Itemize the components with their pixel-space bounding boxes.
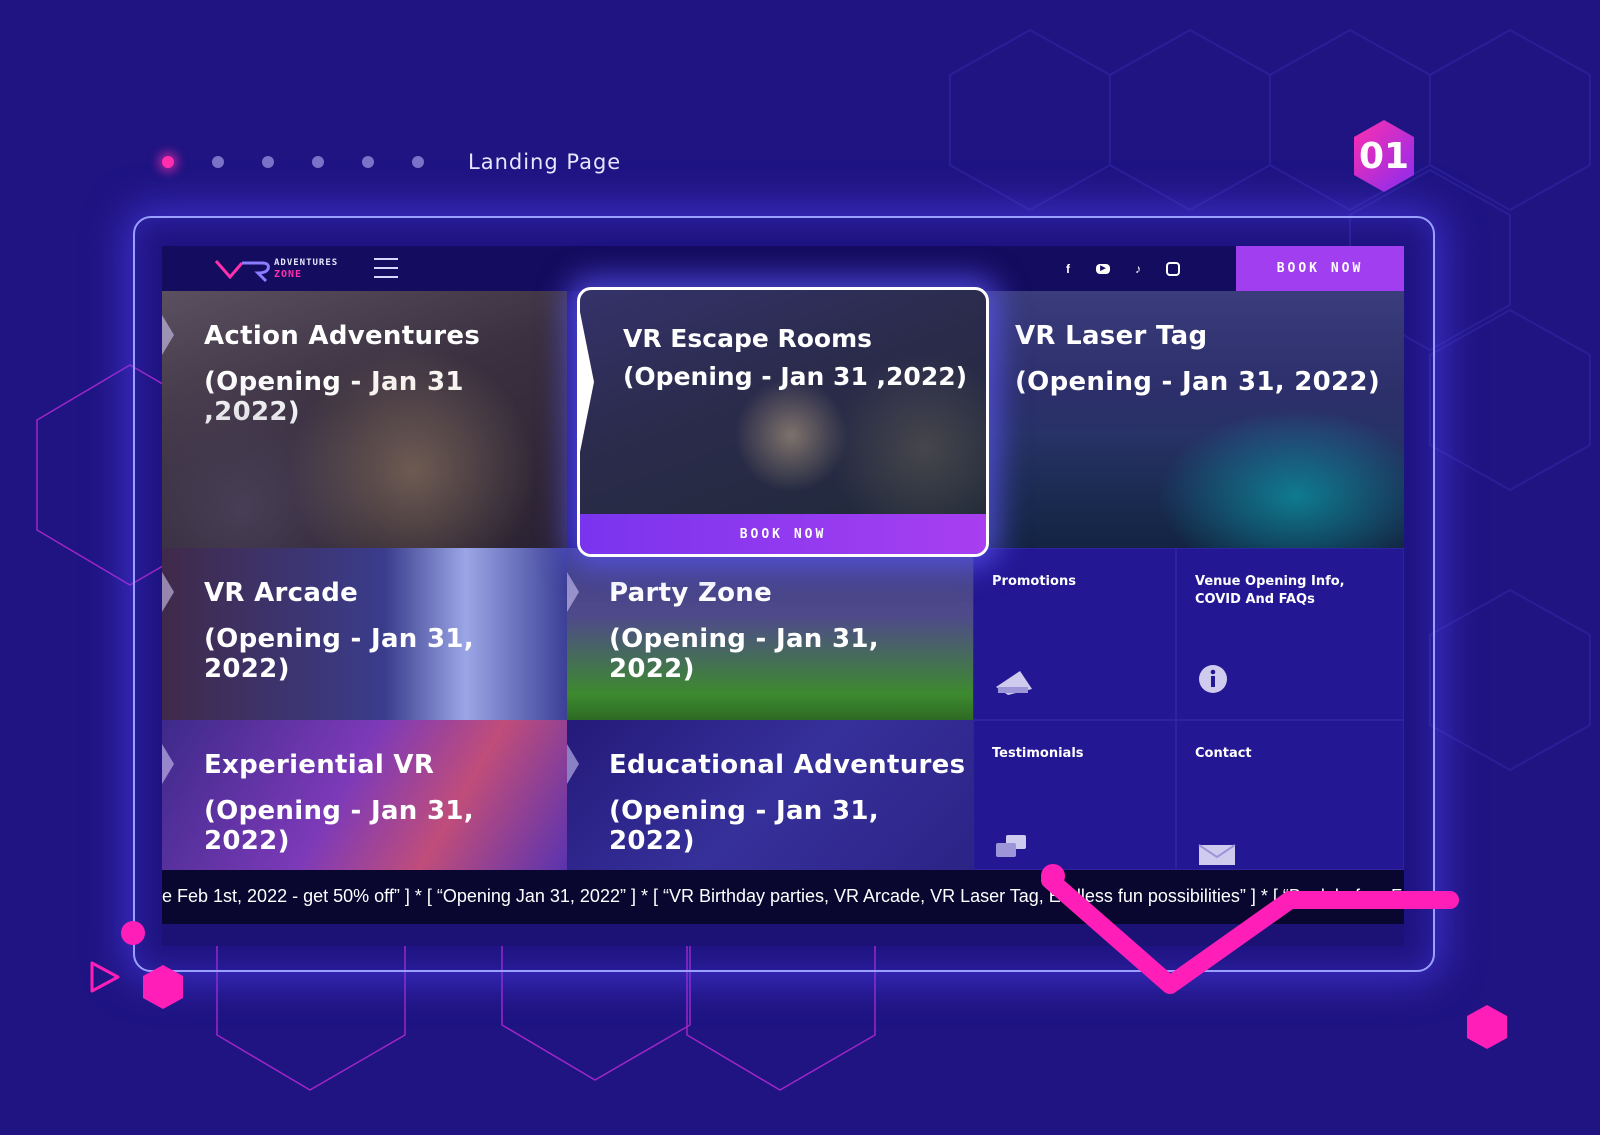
tile-subtitle: (Opening - Jan 31, 2022) xyxy=(609,796,879,856)
site-logo[interactable]: ADVENTURES ZONE xyxy=(214,255,344,283)
logo-text-adventures: ADVENTURES xyxy=(274,258,339,268)
tile-subtitle: (Opening - Jan 31, 2022) xyxy=(204,624,474,684)
envelope-icon xyxy=(1198,844,1236,865)
tile-subtitle: (Opening - Jan 31, 2022) xyxy=(1015,367,1381,397)
youtube-icon[interactable]: ▶ xyxy=(1096,264,1110,274)
logo-text-zone: ZONE xyxy=(274,269,303,280)
site-header: ADVENTURES ZONE f ▶ ♪ BOOK NOW xyxy=(162,246,1404,291)
tiktok-icon[interactable]: ♪ xyxy=(1128,259,1148,279)
escape-rooms-book-now-button[interactable]: BOOK NOW xyxy=(580,514,986,554)
tile-party-zone[interactable]: Party Zone (Opening - Jan 31, 2022) xyxy=(567,548,973,720)
tile-title: Action Adventures xyxy=(204,321,481,351)
slide-number: 01 xyxy=(1358,135,1410,177)
contact-link[interactable]: Contact xyxy=(1176,720,1404,870)
facebook-icon[interactable]: f xyxy=(1058,259,1078,279)
ticker-text: e Feb 1st, 2022 - get 50% off” ] * [ “Op… xyxy=(162,886,1402,906)
pager-dot[interactable] xyxy=(412,156,424,168)
tile-vr-laser-tag[interactable]: VR Laser Tag (Opening - Jan 31, 2022) xyxy=(973,291,1404,548)
tile-tab-marker xyxy=(580,312,594,452)
tile-title: VR Arcade xyxy=(204,578,359,608)
venue-info-link[interactable]: Venue Opening Info, COVID And FAQs xyxy=(1176,548,1404,720)
testimonials-link[interactable]: Testimonials xyxy=(973,720,1176,870)
chat-bubbles-icon xyxy=(996,835,1026,857)
tile-subtitle: (Opening - Jan 31, 2022) xyxy=(609,624,879,684)
tile-subtitle: (Opening - Jan 31, 2022) xyxy=(204,796,474,856)
tile-title: Experiential VR xyxy=(204,750,435,780)
tile-title: Educational Adventures xyxy=(609,750,966,780)
book-now-button[interactable]: BOOK NOW xyxy=(1236,246,1404,291)
tile-tab-marker xyxy=(162,572,174,612)
info-icon xyxy=(1199,665,1227,693)
pager-dot[interactable] xyxy=(262,156,274,168)
pager-dot[interactable] xyxy=(312,156,324,168)
promotions-link[interactable]: Promotions xyxy=(973,548,1176,720)
tile-tab-marker xyxy=(567,744,579,784)
tile-subtitle: (Opening - Jan 31 ,2022) xyxy=(623,362,968,391)
tile-educational-adventures[interactable]: Educational Adventures (Opening - Jan 31… xyxy=(567,720,973,870)
pager-dot-active[interactable] xyxy=(162,156,174,168)
social-links: f ▶ ♪ xyxy=(1058,259,1198,279)
instagram-icon[interactable] xyxy=(1166,262,1180,276)
tile-vr-escape-rooms[interactable]: VR Escape Rooms (Opening - Jan 31 ,2022)… xyxy=(577,287,989,557)
tile-action-adventures[interactable]: Action Adventures (Opening - Jan 31 ,202… xyxy=(162,291,567,548)
tile-experiential-vr[interactable]: Experiential VR (Opening - Jan 31, 2022) xyxy=(162,720,567,870)
contact-label: Contact xyxy=(1195,746,1252,761)
tile-tab-marker xyxy=(162,315,174,355)
ticket-icon xyxy=(996,671,1032,695)
tile-tab-marker xyxy=(162,744,174,784)
promotions-label: Promotions xyxy=(992,574,1076,589)
announcement-ticker: e Feb 1st, 2022 - get 50% off” ] * [ “Op… xyxy=(162,870,1404,924)
menu-icon[interactable] xyxy=(374,258,398,278)
tile-tab-marker xyxy=(567,572,579,612)
venue-info-label: Venue Opening Info, COVID And FAQs xyxy=(1195,574,1345,607)
pager-dot[interactable] xyxy=(212,156,224,168)
slide-number-badge: 01 xyxy=(1351,118,1417,194)
tile-title: VR Laser Tag xyxy=(1015,321,1208,351)
tile-title: Party Zone xyxy=(609,578,773,608)
slide-pager: Landing Page xyxy=(162,150,621,174)
slide-title: Landing Page xyxy=(468,150,622,174)
tile-subtitle: (Opening - Jan 31 ,2022) xyxy=(204,367,464,427)
testimonials-label: Testimonials xyxy=(992,746,1084,761)
vr-logo-icon xyxy=(214,260,270,283)
tile-title: VR Escape Rooms xyxy=(623,324,873,353)
tile-vr-arcade[interactable]: VR Arcade (Opening - Jan 31, 2022) xyxy=(162,548,567,720)
pager-dot[interactable] xyxy=(362,156,374,168)
